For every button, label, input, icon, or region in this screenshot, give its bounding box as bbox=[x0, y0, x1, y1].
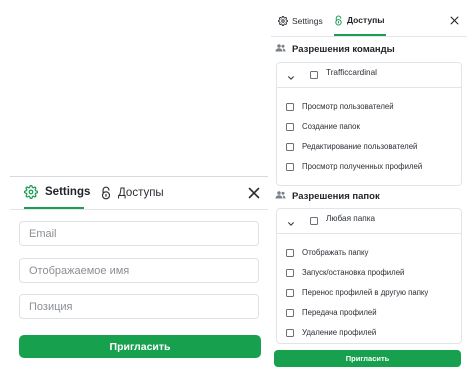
permission-label: Запуск/остановка профилей bbox=[302, 268, 405, 277]
panel-tabs: Settings Доступы bbox=[10, 177, 268, 210]
team-permissions-heading: Разрешения команды bbox=[275, 44, 395, 55]
permission-checkbox[interactable] bbox=[286, 288, 294, 297]
tab-access[interactable]: Доступы bbox=[100, 177, 180, 208]
permission-row[interactable]: Перенос профилей в другую папку bbox=[286, 288, 428, 297]
permission-row[interactable]: Редактирование пользователей bbox=[286, 142, 417, 151]
tab-settings[interactable]: Settings bbox=[24, 177, 90, 209]
position-input[interactable] bbox=[29, 295, 258, 318]
permission-row[interactable]: Просмотр пользователей bbox=[286, 102, 394, 111]
display-name-input[interactable] bbox=[29, 259, 258, 282]
folder-select-all-checkbox[interactable] bbox=[310, 217, 318, 225]
display-name-field[interactable] bbox=[19, 258, 259, 283]
permission-row[interactable]: Отображать папку bbox=[286, 248, 368, 257]
folder-group-header: Любая папка bbox=[277, 209, 461, 234]
invite-settings-panel: Settings Доступы Пригласить bbox=[10, 176, 268, 375]
lock-icon bbox=[100, 186, 112, 200]
permission-label: Удаление профилей bbox=[302, 328, 377, 337]
folder-permissions-group: Любая папка Отображать папку Запуск/оста… bbox=[276, 208, 462, 344]
folder-permissions-heading: Разрешения папок bbox=[275, 191, 380, 202]
tab-settings-label: Settings bbox=[292, 15, 323, 26]
close-icon[interactable] bbox=[449, 15, 459, 25]
folder-group-name: Любая папка bbox=[326, 214, 376, 223]
tab-access-label: Доступы bbox=[347, 15, 385, 25]
lock-icon bbox=[334, 15, 343, 26]
permission-label: Редактирование пользователей bbox=[302, 142, 418, 151]
permission-checkbox[interactable] bbox=[286, 308, 294, 317]
tab-access[interactable]: Доступы bbox=[334, 6, 386, 36]
tab-settings[interactable]: Settings bbox=[278, 6, 326, 35]
permission-row[interactable]: Просмотр полученных профилей bbox=[286, 162, 422, 171]
permission-label: Просмотр пользователей bbox=[302, 102, 394, 111]
team-permissions-group: Trafficcardinal Просмотр пользователей С… bbox=[276, 62, 462, 186]
users-icon bbox=[275, 191, 286, 202]
permission-checkbox[interactable] bbox=[286, 328, 294, 337]
permission-label: Отображать папку bbox=[302, 248, 369, 257]
team-group-name: Trafficcardinal bbox=[326, 68, 377, 77]
permission-row[interactable]: Передача профилей bbox=[286, 308, 377, 317]
permission-checkbox[interactable] bbox=[286, 268, 294, 277]
permission-row[interactable]: Удаление профилей bbox=[286, 328, 376, 337]
folder-permissions-title: Разрешения папок bbox=[292, 191, 380, 202]
permission-checkbox[interactable] bbox=[286, 162, 294, 171]
team-select-all-checkbox[interactable] bbox=[310, 71, 318, 79]
chevron-down-icon[interactable] bbox=[287, 215, 297, 226]
panel-tabs: Settings Доступы bbox=[271, 6, 467, 37]
gear-icon bbox=[278, 15, 288, 26]
team-permissions-title: Разрешения команды bbox=[292, 44, 395, 55]
permission-row[interactable]: Создание папок bbox=[286, 122, 360, 131]
users-icon bbox=[275, 44, 286, 55]
invite-button[interactable]: Пригласить bbox=[19, 335, 261, 358]
permission-label: Просмотр полученных профилей bbox=[302, 162, 423, 171]
permission-checkbox[interactable] bbox=[286, 248, 294, 257]
tab-settings-label: Settings bbox=[45, 186, 91, 198]
close-icon[interactable] bbox=[247, 186, 261, 200]
email-field[interactable] bbox=[19, 221, 259, 246]
permission-label: Передача профилей bbox=[302, 308, 377, 317]
team-group-header: Trafficcardinal bbox=[277, 63, 461, 88]
permission-row[interactable]: Запуск/остановка профилей bbox=[286, 268, 404, 277]
invite-button[interactable]: Пригласить bbox=[274, 350, 461, 367]
position-field[interactable] bbox=[19, 294, 259, 319]
email-input[interactable] bbox=[29, 222, 258, 245]
tab-access-label: Доступы bbox=[118, 186, 164, 199]
permission-checkbox[interactable] bbox=[286, 142, 294, 151]
gear-icon bbox=[24, 185, 38, 199]
permission-label: Создание папок bbox=[302, 122, 360, 131]
chevron-down-icon[interactable] bbox=[287, 69, 297, 80]
permission-label: Перенос профилей в другую папку bbox=[302, 288, 429, 297]
permission-checkbox[interactable] bbox=[286, 122, 294, 131]
access-permissions-panel: Settings Доступы Разрешения команды Traf… bbox=[271, 6, 467, 374]
permission-checkbox[interactable] bbox=[286, 102, 294, 111]
